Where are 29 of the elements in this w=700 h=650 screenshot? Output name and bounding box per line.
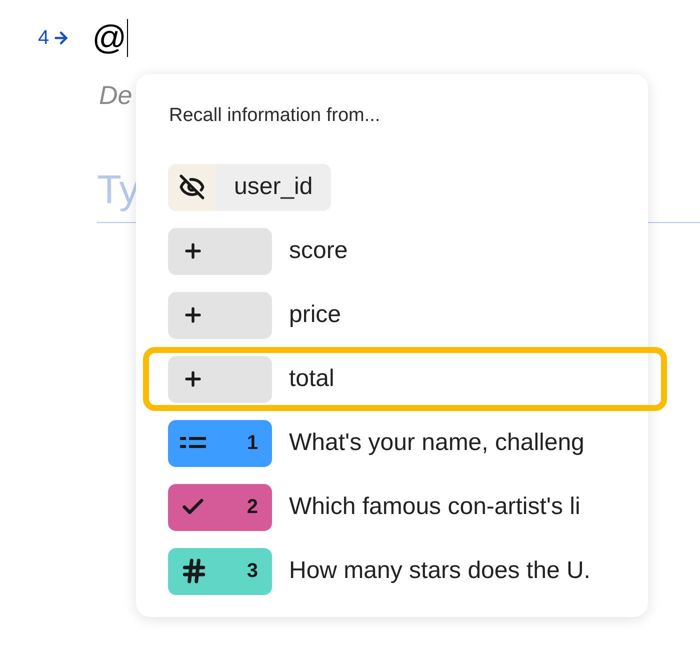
item-label: price [289,300,342,330]
hash-icon [180,557,208,585]
item-label: user_id [233,172,314,202]
question-number: 4 [38,26,50,51]
plus-icon [182,240,204,262]
menu-item[interactable]: user_id [143,155,667,219]
question-number: 2 [246,495,258,520]
menu-item[interactable]: price [143,283,667,347]
menu-item[interactable]: 3 How many stars does the U. [143,539,667,603]
item-label: total [289,364,334,394]
text-cursor [126,19,128,57]
menu-title: Recall information from... [169,104,380,128]
plus-icon [182,304,204,326]
menu-item[interactable]: 2 Which famous con-artist's li [143,475,667,539]
item-label: score [289,236,348,266]
question-number: 3 [246,559,258,584]
menu-item[interactable]: score [143,219,667,283]
menu-item[interactable]: 1 What's your name, challeng [143,411,667,475]
short-text-icon [180,437,206,449]
eye-off-icon [179,174,205,200]
question-number: 1 [246,431,258,456]
description-text: De [99,79,132,112]
menu-item[interactable]: total [143,347,667,411]
item-label: What's your name, challeng [289,428,584,458]
item-label: Which famous con-artist's li [289,492,580,522]
plus-icon [182,368,204,390]
item-label: How many stars does the U. [289,556,590,586]
question-text: @ [92,21,127,55]
arrow-icon [52,29,70,47]
